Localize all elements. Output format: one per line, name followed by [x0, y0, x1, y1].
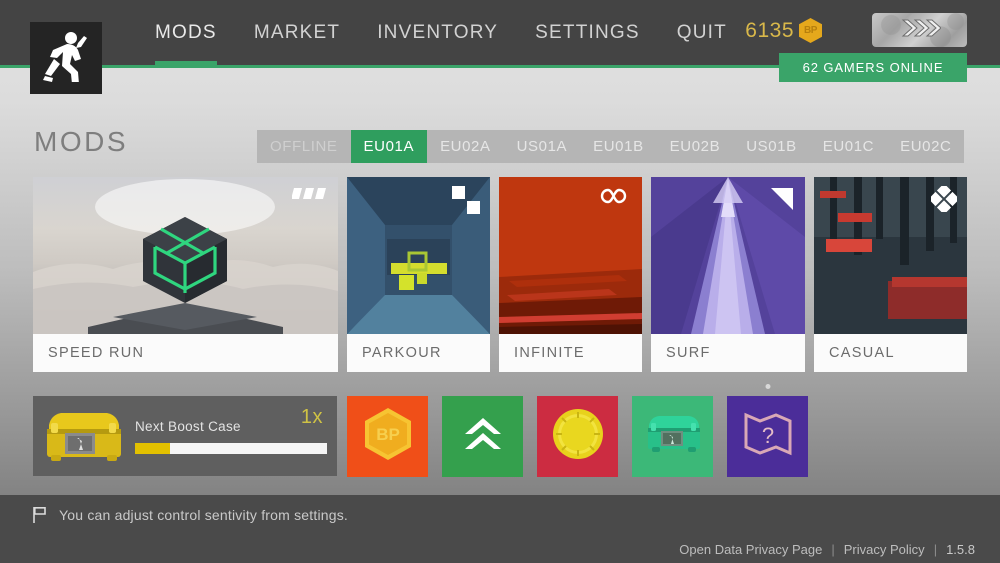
nav-label: MARKET [253, 21, 341, 43]
version-label: 1.5.8 [946, 541, 975, 557]
mode-card-label: INFINITE [499, 334, 642, 372]
server-item-offline[interactable]: OFFLINE [257, 130, 351, 163]
mode-card-label: PARKOUR [347, 334, 490, 372]
server-label: EU02B [669, 138, 721, 155]
rank-badge[interactable] [872, 13, 967, 47]
nav-label: QUIT [676, 21, 727, 43]
server-item-us01b[interactable]: US01B [733, 130, 810, 163]
server-label: EU01C [822, 138, 875, 155]
bp-badge-label: BP [804, 25, 817, 36]
nav-item-mods[interactable]: MODS [155, 0, 217, 65]
boost-progress-track [135, 442, 327, 454]
running-man-icon [43, 30, 89, 87]
tile-upgrade[interactable] [442, 396, 523, 477]
server-selector: OFFLINE EU01A EU02A US01A EU01B EU02B US… [257, 130, 965, 163]
notification-dot [765, 384, 770, 389]
server-label: EU02C [900, 138, 952, 155]
server-item-eu01b[interactable]: EU01B [580, 130, 657, 163]
mode-thumbnail [347, 177, 490, 334]
double-chevron-up-icon [461, 412, 505, 461]
server-label: OFFLINE [270, 138, 338, 155]
tip-text: You can adjust control sentivity from se… [59, 507, 349, 523]
server-item-us01a[interactable]: US01A [504, 130, 581, 163]
mode-thumbnail [651, 177, 805, 334]
main-navigation: MODS MARKET INVENTORY SETTINGS QUIT [155, 0, 764, 65]
open-data-privacy-page-link[interactable]: Open Data Privacy Page [679, 542, 822, 557]
mode-card-casual[interactable]: CASUAL [814, 177, 967, 372]
page-title: MODS [34, 126, 128, 157]
mode-thumbnail [814, 177, 967, 334]
server-label: EU01A [363, 138, 415, 155]
currency-display[interactable]: 6135 BP [745, 18, 822, 43]
mode-card-label: CASUAL [814, 334, 967, 372]
tile-battle-pass[interactable]: BP [347, 396, 428, 477]
gold-coin-icon [551, 407, 605, 466]
server-item-eu02c[interactable]: EU02C [887, 130, 964, 163]
next-boost-case-panel[interactable]: Next Boost Case 1x [33, 396, 337, 476]
footer-separator: | [933, 541, 938, 557]
currency-amount: 6135 [745, 18, 794, 42]
server-item-eu02a[interactable]: EU02A [427, 130, 504, 163]
mode-thumbnail [33, 177, 338, 334]
mode-card-surf[interactable]: SURF [651, 177, 805, 372]
triangle-ramp-icon [769, 186, 795, 217]
yellow-case-icon [39, 405, 129, 467]
game-logo[interactable] [30, 22, 102, 94]
mode-card-parkour[interactable]: PARKOUR [347, 177, 490, 372]
nav-item-inventory[interactable]: INVENTORY [377, 0, 498, 65]
bp-hexagon-icon: BP [799, 18, 822, 43]
tile-mystery-map[interactable]: ? [727, 384, 808, 477]
boost-case-title: Next Boost Case [135, 418, 241, 434]
two-squares-icon [452, 186, 480, 219]
action-tile-row: BP ? [347, 384, 808, 477]
nav-label: MODS [155, 21, 217, 43]
green-case-icon [642, 411, 704, 462]
server-label: EU01B [593, 138, 644, 155]
infinity-icon [600, 186, 632, 211]
mode-thumbnail [499, 177, 642, 334]
server-label: EU02A [440, 138, 491, 155]
boost-case-count: 1x [300, 406, 323, 428]
speed-bars-icon [291, 186, 328, 206]
tip-bar: You can adjust control sentivity from se… [0, 495, 1000, 535]
online-status-label: 62 GAMERS ONLINE [802, 60, 944, 75]
server-label: US01B [746, 138, 797, 155]
nav-label: SETTINGS [535, 21, 640, 43]
mode-card-label: SURF [651, 334, 805, 372]
footer-bar: Open Data Privacy Page | Privacy Policy … [0, 535, 1000, 563]
mode-card-label: SPEED RUN [33, 334, 338, 372]
nav-item-quit[interactable]: QUIT [677, 0, 727, 65]
svg-text:?: ? [761, 423, 773, 448]
server-item-eu01c[interactable]: EU01C [810, 130, 887, 163]
footer-separator: | [831, 541, 835, 557]
flag-icon [32, 506, 48, 524]
server-item-eu01a[interactable]: EU01A [350, 130, 428, 163]
mode-card-speed-run[interactable]: SPEED RUN [33, 177, 338, 372]
nav-item-settings[interactable]: SETTINGS [535, 0, 640, 65]
question-map-icon: ? [742, 409, 794, 464]
mode-card-infinite[interactable]: INFINITE [499, 177, 642, 372]
server-item-eu02b[interactable]: EU02B [657, 130, 734, 163]
tile-coins[interactable] [537, 396, 618, 477]
mode-card-list: SPEED RUN PARKOUR INFINITE SURF CASUAL [33, 177, 967, 372]
privacy-policy-link[interactable]: Privacy Policy [844, 542, 925, 557]
nav-label: INVENTORY [377, 21, 499, 43]
server-label: US01A [516, 138, 568, 155]
svg-text:BP: BP [376, 425, 400, 444]
tile-green-case[interactable] [632, 396, 713, 477]
bp-hexagon-icon: BP [363, 407, 413, 466]
online-status-badge: 62 GAMERS ONLINE [779, 53, 967, 82]
diamond-icon [928, 183, 960, 217]
nav-item-market[interactable]: MARKET [254, 0, 340, 65]
boost-progress-fill [135, 442, 170, 454]
